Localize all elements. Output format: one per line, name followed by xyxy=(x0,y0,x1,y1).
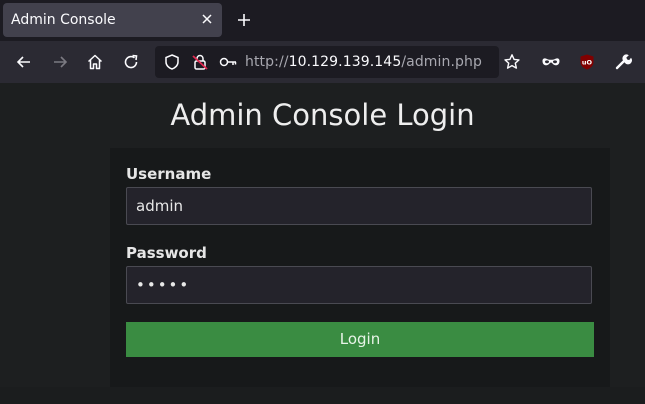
url-prefix: http:// xyxy=(245,54,289,70)
url-text[interactable]: http://10.129.139.145/admin.php xyxy=(245,54,482,70)
home-icon[interactable] xyxy=(86,53,104,71)
insecure-lock-icon[interactable] xyxy=(191,53,209,71)
back-arrow-icon[interactable] xyxy=(15,53,33,71)
reload-icon[interactable] xyxy=(122,53,140,71)
username-label: Username xyxy=(126,165,212,183)
svg-text:uO: uO xyxy=(582,59,593,67)
page-content: Admin Console Login Username admin Passw… xyxy=(0,83,645,404)
url-bar[interactable]: http://10.129.139.145/admin.php xyxy=(155,46,499,78)
shield-icon[interactable] xyxy=(163,53,181,71)
bookmark-star-icon[interactable] xyxy=(503,53,521,71)
ublock-origin-icon[interactable]: uO xyxy=(578,53,596,71)
login-button[interactable]: Login xyxy=(126,322,594,357)
forward-arrow-icon[interactable] xyxy=(51,53,69,71)
wrench-icon[interactable] xyxy=(614,53,632,71)
tab-title: Admin Console xyxy=(11,12,116,28)
url-path: /admin.php xyxy=(401,54,483,70)
page-footer-strip xyxy=(0,387,645,404)
login-form: Username admin Password ••••• Login xyxy=(110,148,610,388)
username-input[interactable]: admin xyxy=(126,187,592,225)
tab-admin-console[interactable]: Admin Console xyxy=(3,3,222,37)
key-icon[interactable] xyxy=(218,53,238,71)
password-label: Password xyxy=(126,244,207,262)
url-host: 10.129.139.145 xyxy=(288,54,402,70)
page-title: Admin Console Login xyxy=(170,98,475,132)
nav-toolbar: http://10.129.139.145/admin.php uO xyxy=(0,41,645,83)
password-input[interactable]: ••••• xyxy=(126,266,592,304)
private-mask-icon[interactable] xyxy=(541,53,561,71)
close-icon[interactable] xyxy=(199,11,215,27)
tab-strip: Admin Console xyxy=(0,0,645,41)
plus-icon[interactable] xyxy=(236,12,252,28)
